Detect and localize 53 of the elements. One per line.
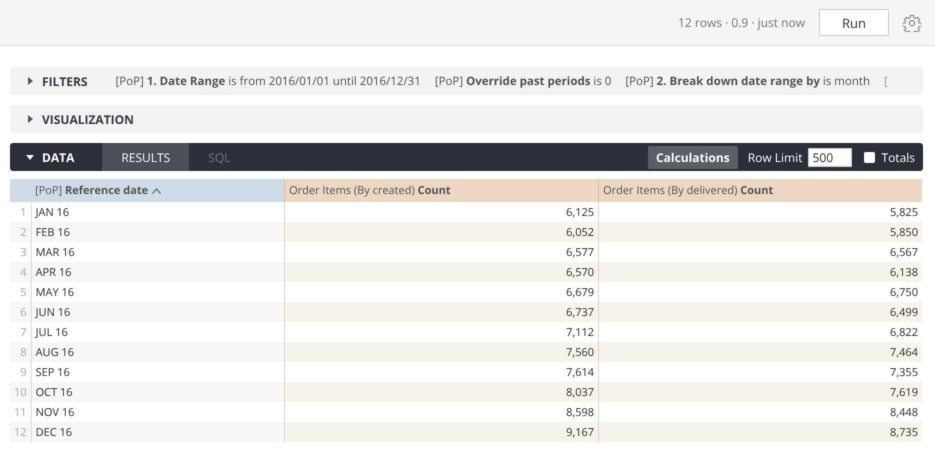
- row-limit-field[interactable]: 500: [808, 148, 852, 166]
- row-number: 6: [10, 302, 32, 322]
- column-header[interactable]: [PoP] Reference date: [31, 179, 285, 202]
- query-status: 12 rows · 0.9 · just now: [678, 14, 805, 31]
- table-cell: 9,167: [284, 422, 599, 442]
- table-cell: 8,735: [598, 422, 922, 442]
- table-cell: 8,037: [284, 382, 599, 402]
- settings-icon[interactable]: [903, 14, 921, 32]
- filter-summary: [: [884, 74, 888, 88]
- table-cell: 6,499: [598, 302, 922, 322]
- section-label[interactable]: VISUALIZATION: [42, 110, 134, 128]
- table-cell: MAY 16: [31, 282, 285, 302]
- totals-label: Totals: [881, 148, 915, 166]
- section-label[interactable]: FILTERS: [42, 72, 88, 90]
- table-cell: OCT 16: [31, 382, 285, 402]
- column-header[interactable]: Order Items (By created) Count: [284, 179, 599, 202]
- caret-down-icon[interactable]: [26, 153, 34, 161]
- run-button[interactable]: Run: [819, 9, 889, 36]
- table-cell: 7,560: [284, 342, 599, 362]
- table-cell: NOV 16: [31, 402, 285, 422]
- section-label[interactable]: DATA: [42, 148, 74, 166]
- table-cell: 7,619: [598, 382, 922, 402]
- caret-right-icon[interactable]: [26, 77, 34, 85]
- filter-summary: [PoP] Override past periods is 0: [434, 74, 612, 88]
- table-cell: 6,737: [284, 302, 599, 322]
- row-number: 12: [10, 422, 32, 442]
- column-header[interactable]: Order Items (By delivered) Count: [598, 179, 922, 202]
- table-cell: AUG 16: [31, 342, 285, 362]
- table-cell: JAN 16: [31, 202, 285, 222]
- tab[interactable]: RESULTS: [102, 143, 190, 171]
- sort-ascending-icon[interactable]: [152, 188, 162, 194]
- row-number: 10: [10, 382, 32, 402]
- totals-checkbox[interactable]: [864, 152, 876, 162]
- filter-summary: [PoP] 2. Break down date range by is month: [625, 74, 870, 88]
- table-cell: 6,052: [284, 222, 599, 242]
- table-cell: DEC 16: [31, 422, 285, 442]
- table-cell: APR 16: [31, 262, 285, 282]
- table-cell: 6,570: [284, 262, 599, 282]
- table-cell: JUN 16: [31, 302, 285, 322]
- table-cell: JUL 16: [31, 322, 285, 342]
- caret-right-icon[interactable]: [26, 115, 34, 123]
- row-number: 4: [10, 262, 32, 282]
- filter-summary: [PoP] 1. Date Range is from 2016/01/01 until 2016/12/31: [116, 74, 421, 88]
- row-limit-label: Row Limit: [748, 148, 802, 166]
- table-cell: FEB 16: [31, 222, 285, 242]
- table-cell: 5,850: [598, 222, 922, 242]
- row-number: 2: [10, 222, 32, 242]
- row-number: 8: [10, 342, 32, 362]
- table-cell: 7,464: [598, 342, 922, 362]
- table-cell: 6,138: [598, 262, 922, 282]
- table-cell: SEP 16: [31, 362, 285, 382]
- table-cell: MAR 16: [31, 242, 285, 262]
- calculations-button[interactable]: Calculations: [648, 146, 738, 168]
